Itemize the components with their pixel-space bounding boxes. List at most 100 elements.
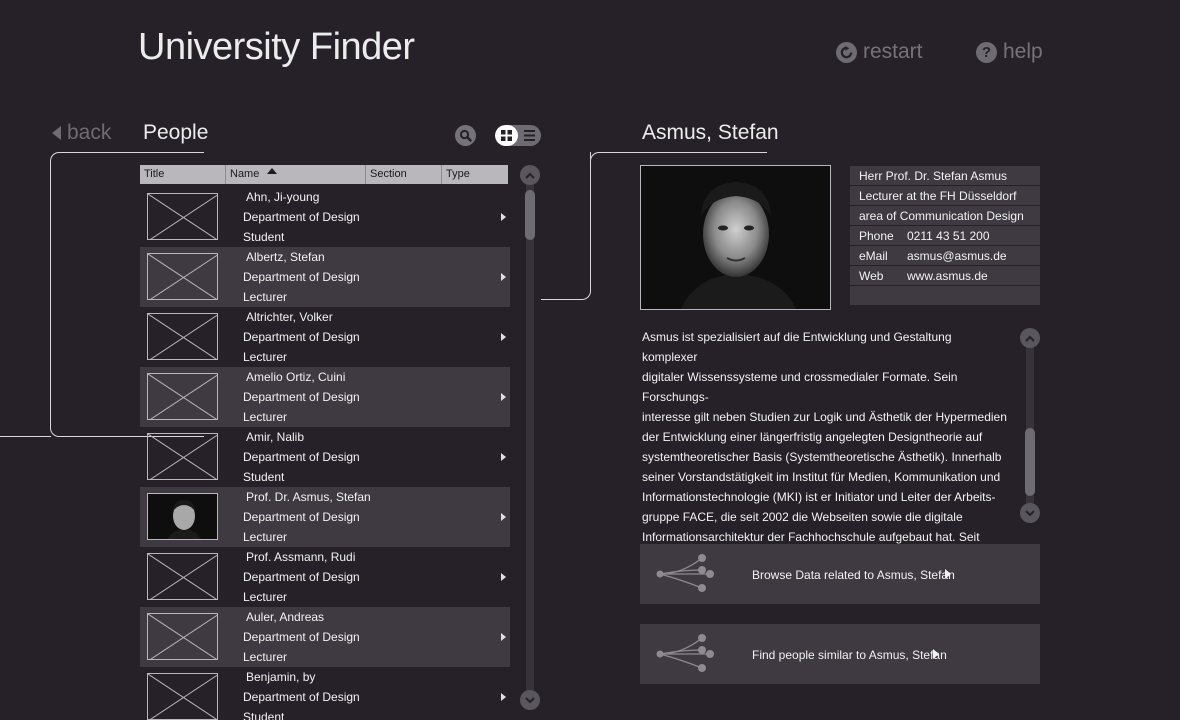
scrollbar-thumb[interactable]: [525, 190, 535, 240]
column-header-title[interactable]: Title: [140, 165, 226, 184]
scrollbar-track[interactable]: [526, 175, 534, 700]
column-header-name[interactable]: Name: [226, 165, 366, 184]
row-arrow-icon[interactable]: [501, 573, 506, 581]
view-toggle[interactable]: [495, 125, 541, 146]
info-phone-row: Phone 0211 43 51 200: [850, 226, 1040, 245]
info-email-row: eMail asmus@asmus.de: [850, 246, 1040, 265]
people-table-header: Title Name Section Type: [140, 165, 508, 184]
person-type: Student: [243, 710, 285, 720]
person-department: Department of Design: [243, 510, 360, 524]
person-row[interactable]: Prof. Assmann, Rudi Department of Design L…: [140, 547, 510, 607]
person-type: Lecturer: [243, 290, 288, 304]
person-row[interactable]: Benjamin, by Department of Design Student: [140, 667, 510, 720]
person-row[interactable]: Amelio Ortiz, Cuini Department of Design L…: [140, 367, 510, 427]
bio-scroll-down-button[interactable]: [1020, 503, 1040, 523]
row-arrow-icon[interactable]: [501, 213, 506, 221]
person-row[interactable]: Prof. Dr. Asmus, Stefan Department of Des…: [140, 487, 510, 547]
person-name: Altrichter, Volker: [246, 310, 333, 324]
restart-button[interactable]: restart: [836, 40, 923, 64]
person-type: Student: [243, 470, 285, 484]
chevron-down-icon: [1025, 509, 1035, 516]
search-button[interactable]: [455, 125, 476, 146]
biography-line: Informationstechnologie (MKI) ist er Ini…: [642, 490, 996, 504]
info-area: area of Communication Design: [850, 206, 1040, 225]
list-view-icon: [524, 130, 535, 141]
placeholder-image-icon: [147, 313, 218, 360]
row-arrow-icon[interactable]: [501, 693, 506, 701]
biography-line: Asmus ist spezialisiert auf die Entwickl…: [642, 330, 952, 364]
info-position: Lecturer at the FH Düsseldorf: [850, 186, 1040, 205]
placeholder-image-icon: [147, 373, 218, 420]
play-arrow-icon: [933, 649, 939, 659]
person-photo: [640, 165, 831, 310]
info-web[interactable]: www.asmus.de: [907, 269, 988, 283]
person-name: Amir, Nalib: [246, 430, 305, 444]
person-department: Department of Design: [243, 330, 360, 344]
person-name: Albertz, Stefan: [246, 250, 325, 264]
biography-line: systemtheoretischer Basis (Systemtheoret…: [642, 450, 1002, 464]
info-phone: 0211 43 51 200: [907, 229, 990, 243]
person-row[interactable]: Altrichter, Volker Department of Design Le…: [140, 307, 510, 367]
person-name: Prof. Assmann, Rudi: [246, 550, 356, 564]
placeholder-image-icon: [147, 433, 218, 480]
person-row[interactable]: Amir, Nalib Department of Design Student: [140, 427, 510, 487]
app-title: University Finder: [138, 26, 415, 68]
network-graph-icon: [656, 554, 714, 592]
person-row[interactable]: Albertz, Stefan Department of Design Lectu…: [140, 247, 510, 307]
browse-related-label: Browse Data related to Asmus, Stefan: [752, 568, 955, 582]
info-email[interactable]: asmus@asmus.de: [907, 249, 1007, 263]
person-type: Lecturer: [243, 590, 288, 604]
row-arrow-icon[interactable]: [501, 453, 506, 461]
help-button[interactable]: ? help: [976, 40, 1043, 64]
person-name: Ahn, Ji-young: [246, 190, 320, 204]
info-full-name: Herr Prof. Dr. Stefan Asmus: [850, 166, 1040, 185]
info-empty-row: [850, 286, 1040, 305]
scroll-up-button[interactable]: [520, 165, 540, 185]
person-department: Department of Design: [243, 570, 360, 584]
biography-line: gruppe FACE, die seit 2002 die Webseiten…: [642, 510, 963, 524]
placeholder-image-icon: [147, 253, 218, 300]
people-list-scrollbar[interactable]: [520, 165, 540, 710]
person-department: Department of Design: [243, 390, 360, 404]
info-web-row: Web www.asmus.de: [850, 266, 1040, 285]
person-row[interactable]: Ahn, Ji-young Department of Design Student: [140, 187, 510, 247]
bio-scrollbar-thumb[interactable]: [1025, 428, 1035, 496]
person-type: Lecturer: [243, 650, 288, 664]
placeholder-image-icon: [147, 673, 218, 720]
connector-line-people-bottom: [0, 436, 51, 437]
search-icon: [459, 129, 472, 142]
person-type: Lecturer: [243, 410, 288, 424]
person-name: Auler, Andreas: [246, 610, 325, 624]
placeholder-image-icon: [147, 613, 218, 660]
scroll-down-button[interactable]: [520, 690, 540, 710]
column-header-type[interactable]: Type: [442, 165, 508, 184]
row-arrow-icon[interactable]: [501, 513, 506, 521]
person-name: Prof. Dr. Asmus, Stefan: [246, 490, 371, 504]
back-button[interactable]: back: [52, 121, 111, 145]
column-header-section[interactable]: Section: [366, 165, 442, 184]
row-arrow-icon[interactable]: [501, 393, 506, 401]
person-row[interactable]: Auler, Andreas Department of Design Lectur…: [140, 607, 510, 667]
grid-view-button[interactable]: [495, 125, 518, 146]
find-similar-label: Find people similar to Asmus, Stefan: [752, 648, 947, 662]
list-view-button[interactable]: [518, 125, 541, 146]
browse-related-button[interactable]: Browse Data related to Asmus, Stefan: [640, 544, 1040, 604]
person-department: Department of Design: [243, 690, 360, 704]
info-phone-label: Phone: [859, 229, 894, 243]
help-icon: ?: [976, 41, 997, 63]
restart-icon: [836, 41, 857, 63]
bio-scrollbar[interactable]: [1020, 328, 1040, 523]
find-similar-button[interactable]: Find people similar to Asmus, Stefan: [640, 624, 1040, 684]
info-web-label: Web: [859, 269, 884, 283]
sort-ascending-icon: [267, 168, 278, 174]
row-arrow-icon[interactable]: [501, 333, 506, 341]
person-name: Amelio Ortiz, Cuini: [246, 370, 346, 384]
grid-view-icon: [501, 130, 512, 141]
connector-line-detail: [541, 152, 591, 300]
chevron-up-icon: [525, 172, 535, 179]
row-arrow-icon[interactable]: [501, 633, 506, 641]
person-department: Department of Design: [243, 450, 360, 464]
row-arrow-icon[interactable]: [501, 273, 506, 281]
bio-scroll-up-button[interactable]: [1020, 328, 1040, 348]
back-label: back: [67, 121, 112, 144]
